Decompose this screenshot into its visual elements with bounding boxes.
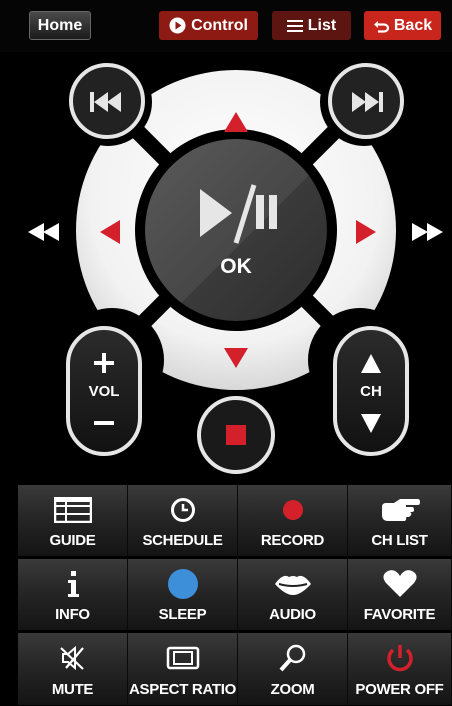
grid-label: POWER OFF (355, 681, 444, 698)
back-label: Back (393, 17, 433, 34)
control-button[interactable]: Control (159, 11, 258, 40)
zoom-icon (238, 643, 347, 673)
skip-previous-icon (90, 92, 121, 112)
clock-icon (128, 495, 237, 525)
top-bar: Home Control List Back (0, 0, 452, 52)
power-off-button[interactable]: POWER OFF (348, 633, 452, 706)
skip-next-icon (352, 92, 383, 112)
hand-pointer-icon (348, 495, 451, 525)
grid-label: INFO (55, 606, 90, 623)
info-icon (18, 569, 127, 599)
list-label: List (307, 17, 337, 34)
back-arrow-icon (373, 19, 389, 33)
triangle-down-icon (361, 414, 381, 433)
double-arrow-right-icon (412, 223, 443, 241)
grid-label: AUDIO (269, 606, 316, 623)
fast-forward-button[interactable] (404, 218, 446, 246)
guide-icon (18, 495, 127, 525)
channel-up-button[interactable] (335, 328, 407, 376)
ok-play-pause-button[interactable]: OK (150, 147, 322, 317)
grid-label: GUIDE (49, 532, 96, 549)
dpad-right-button[interactable] (332, 162, 392, 302)
arrow-right-icon (356, 220, 376, 244)
dpad-down-button[interactable] (166, 320, 306, 380)
grid-label: ZOOM (270, 681, 315, 698)
ch-list-button[interactable]: CH LIST (348, 485, 452, 557)
mute-button[interactable]: MUTE (18, 633, 128, 706)
channel-down-button[interactable] (335, 406, 407, 454)
function-grid: GUIDE SCHEDULE RECORD CH LIST INFO SLEEP (0, 485, 452, 706)
ok-label: OK (220, 255, 252, 278)
heart-icon (348, 569, 451, 599)
info-button[interactable]: INFO (18, 559, 128, 631)
control-label: Control (191, 17, 248, 34)
triangle-up-icon (361, 354, 381, 373)
dpad-up-button[interactable] (166, 80, 306, 140)
volume-up-button[interactable] (68, 328, 140, 376)
aspect-ratio-button[interactable]: ASPECT RATIO (128, 633, 238, 706)
record-button[interactable]: RECORD (238, 485, 348, 557)
grid-label: SCHEDULE (142, 532, 223, 549)
channel-rocker: CH (335, 328, 407, 454)
arrow-up-icon (224, 112, 248, 132)
sleep-button[interactable]: SLEEP (128, 559, 238, 631)
back-button[interactable]: Back (364, 11, 441, 40)
favorite-button[interactable]: FAVORITE (348, 559, 452, 631)
audio-button[interactable]: AUDIO (238, 559, 348, 631)
grid-label: ASPECT RATIO (129, 681, 236, 698)
fast-rewind-button[interactable] (26, 218, 68, 246)
home-button[interactable]: Home (29, 11, 91, 40)
play-circle-icon (169, 17, 186, 34)
grid-label: SLEEP (158, 606, 207, 623)
sleep-icon (128, 569, 237, 599)
skip-previous-button[interactable] (71, 66, 143, 138)
volume-down-button[interactable] (68, 406, 140, 454)
menu-lines-icon (286, 19, 303, 33)
minus-icon (94, 421, 114, 425)
schedule-button[interactable]: SCHEDULE (128, 485, 238, 557)
mute-icon (18, 643, 127, 673)
zoom-button[interactable]: ZOOM (238, 633, 348, 706)
home-label: Home (37, 17, 83, 34)
aspect-ratio-icon (128, 643, 237, 673)
guide-button[interactable]: GUIDE (18, 485, 128, 557)
remote-control-pad: OK VOL CH (0, 52, 452, 484)
record-icon (238, 495, 347, 525)
grid-label: FAVORITE (363, 606, 436, 623)
vol-label: VOL (88, 383, 120, 400)
grid-label: RECORD (260, 532, 325, 549)
ch-label: CH (360, 383, 382, 400)
dpad-left-button[interactable] (80, 162, 140, 302)
list-button[interactable]: List (272, 11, 351, 40)
skip-next-button[interactable] (330, 66, 402, 138)
volume-rocker: VOL (68, 328, 140, 454)
grid-label: MUTE (51, 681, 94, 698)
lips-icon (238, 569, 347, 599)
arrow-down-icon (224, 348, 248, 368)
arrow-left-icon (100, 220, 120, 244)
power-icon (348, 643, 451, 673)
grid-label: CH LIST (371, 532, 428, 549)
stop-button[interactable] (199, 398, 273, 472)
double-arrow-left-icon (28, 223, 59, 241)
play-pause-icon (200, 184, 277, 244)
plus-icon (94, 353, 114, 373)
